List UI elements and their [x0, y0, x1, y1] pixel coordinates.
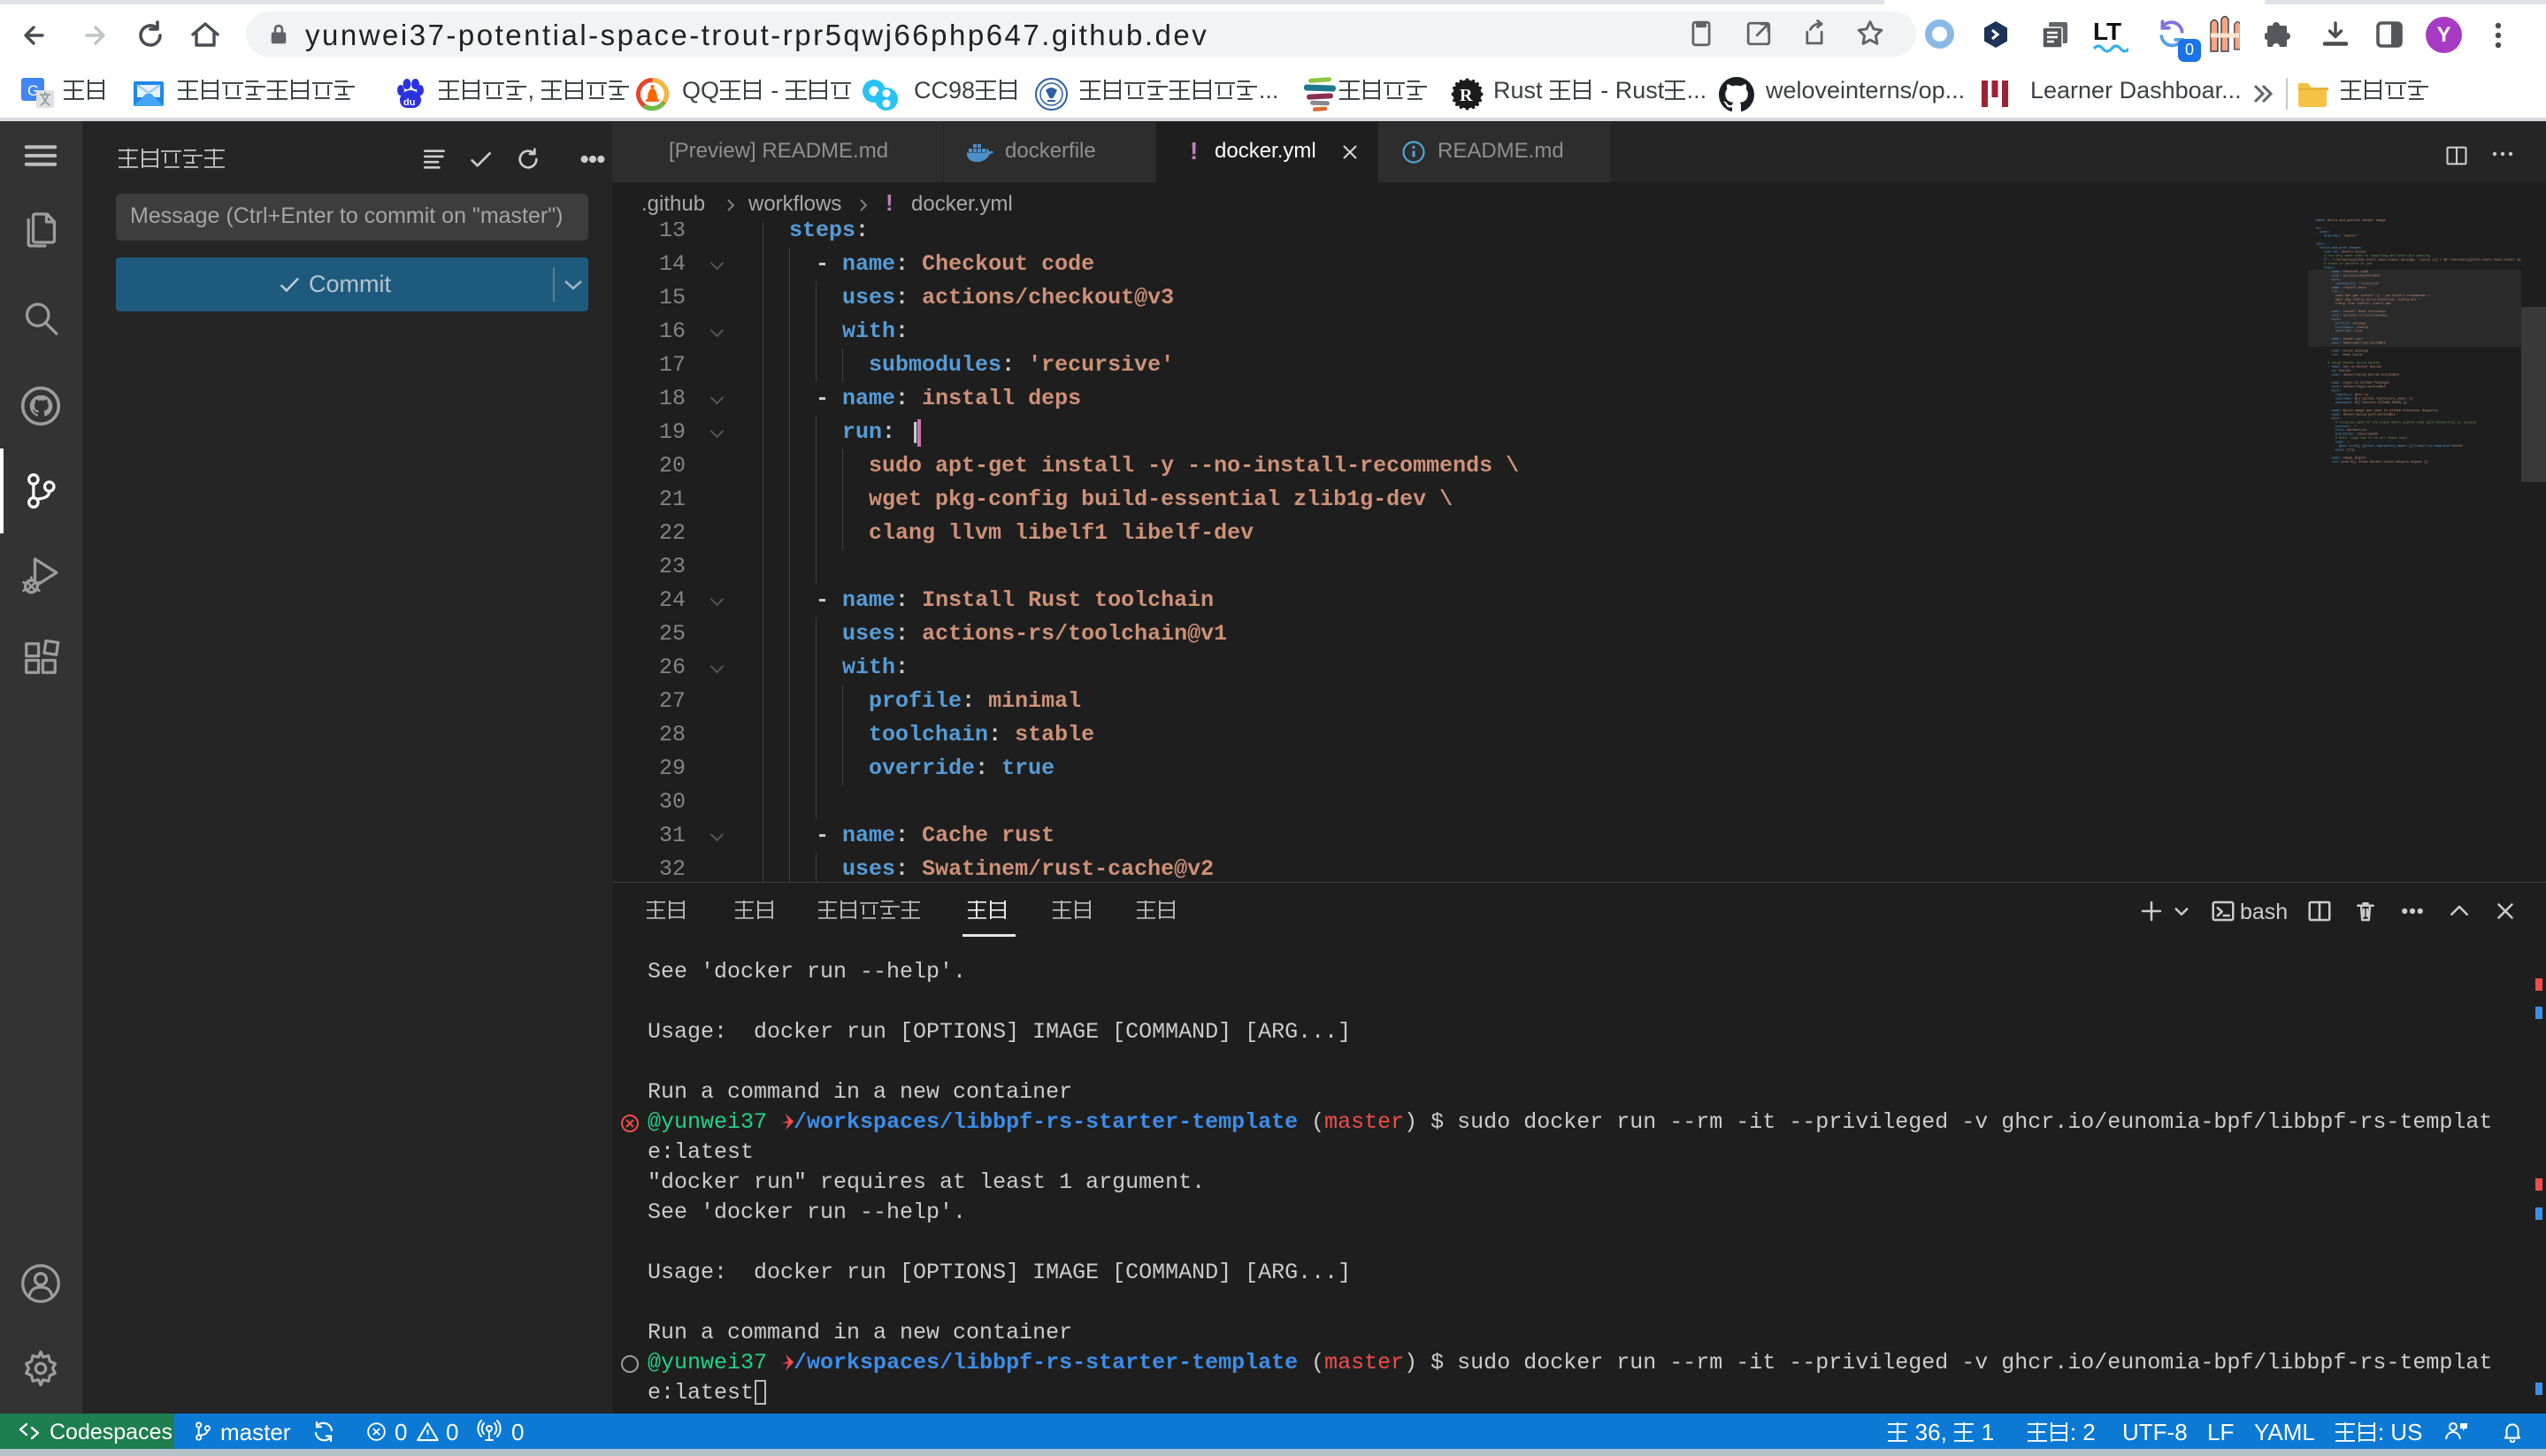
svg-text:du: du [403, 97, 415, 108]
svg-text:R: R [1460, 86, 1473, 105]
